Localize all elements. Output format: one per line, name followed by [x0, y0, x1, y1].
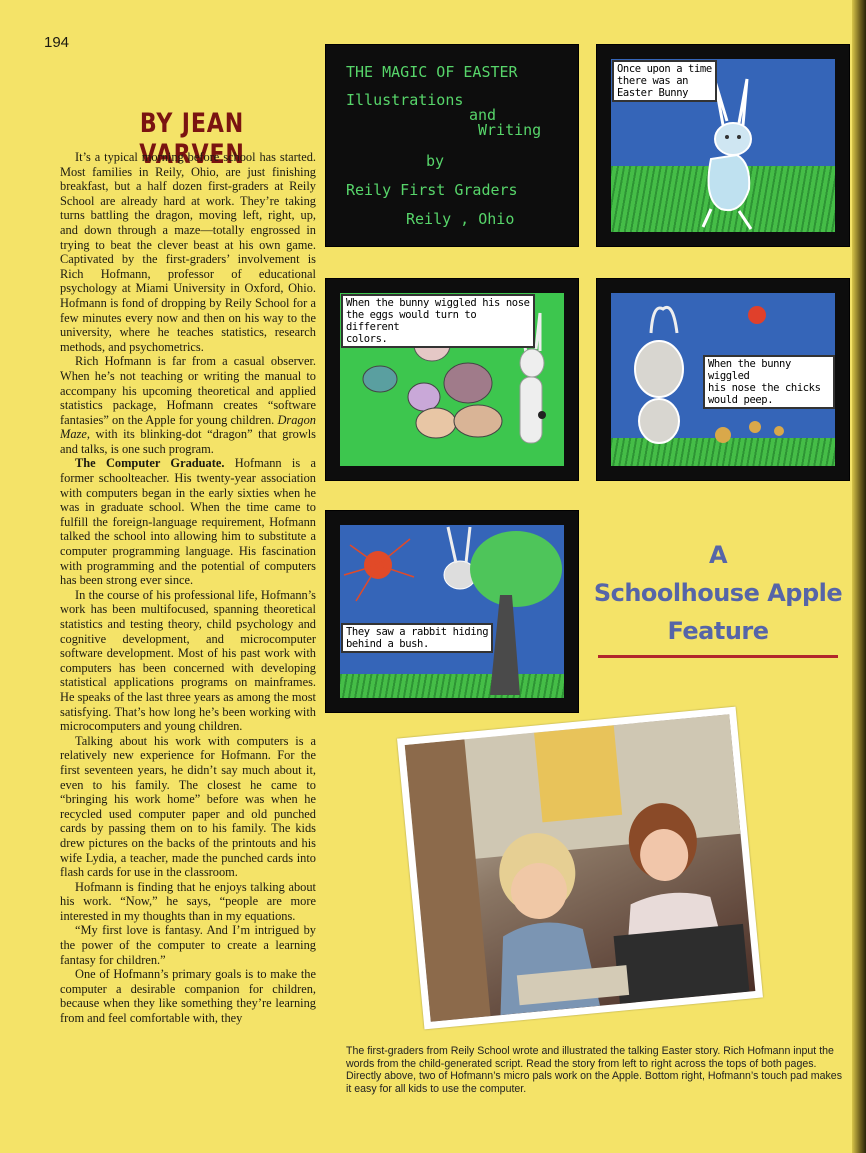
- paragraph: It’s a typical morning before school has…: [60, 150, 316, 354]
- screen-title: THE MAGIC OF EASTER: [346, 63, 518, 81]
- screen-text: by: [426, 152, 445, 170]
- screen-text: Illustrations: [346, 91, 464, 109]
- article-body: It’s a typical morning before school has…: [60, 150, 316, 1135]
- story-screen-3: When the bunny wiggled his nose the chic…: [596, 278, 850, 481]
- story-caption: When the bunny wiggled his nose the chic…: [703, 355, 835, 409]
- screen-text: Writing: [478, 121, 542, 139]
- children-at-computer-image: [404, 714, 750, 1022]
- story-screen-2: When the bunny wiggled his nose the eggs…: [325, 278, 579, 481]
- page-edge-shadow: [852, 0, 866, 1153]
- photo-caption: The first-graders from Reily School wrot…: [346, 1045, 842, 1095]
- classroom-photo: [397, 706, 763, 1030]
- screen-text: Reily , Ohio: [406, 210, 515, 228]
- paragraph: “My first love is fantasy. And I’m intri…: [60, 923, 316, 967]
- screen-text: Reily First Graders: [346, 181, 518, 199]
- story-screen-4: They saw a rabbit hiding behind a bush.: [325, 510, 579, 713]
- paragraph: One of Hofmann’s primary goals is to mak…: [60, 967, 316, 1026]
- paragraph: In the course of his professional life, …: [60, 587, 316, 734]
- feature-heading: A Schoolhouse Apple Feature: [593, 541, 843, 645]
- divider-rule: [598, 655, 838, 658]
- section-heading: The Computer Graduate.: [75, 456, 225, 471]
- paragraph: The Computer Graduate. Hofmann is a form…: [60, 456, 316, 588]
- story-caption: When the bunny wiggled his nose the eggs…: [341, 294, 535, 348]
- story-screen-1: Once upon a time there was an Easter Bun…: [596, 44, 850, 247]
- page-number: 194: [44, 34, 70, 51]
- story-caption: Once upon a time there was an Easter Bun…: [612, 60, 717, 102]
- story-caption: They saw a rabbit hiding behind a bush.: [341, 623, 494, 653]
- paragraph: Rich Hofmann is far from a casual observ…: [60, 354, 316, 456]
- title-screen: THE MAGIC OF EASTER Illustrations and Wr…: [325, 44, 579, 247]
- paragraph: Talking about his work with computers is…: [60, 733, 316, 880]
- paragraph: Hofmann is finding that he enjoys talkin…: [60, 879, 316, 923]
- rabbit-bush-drawing: [343, 526, 562, 695]
